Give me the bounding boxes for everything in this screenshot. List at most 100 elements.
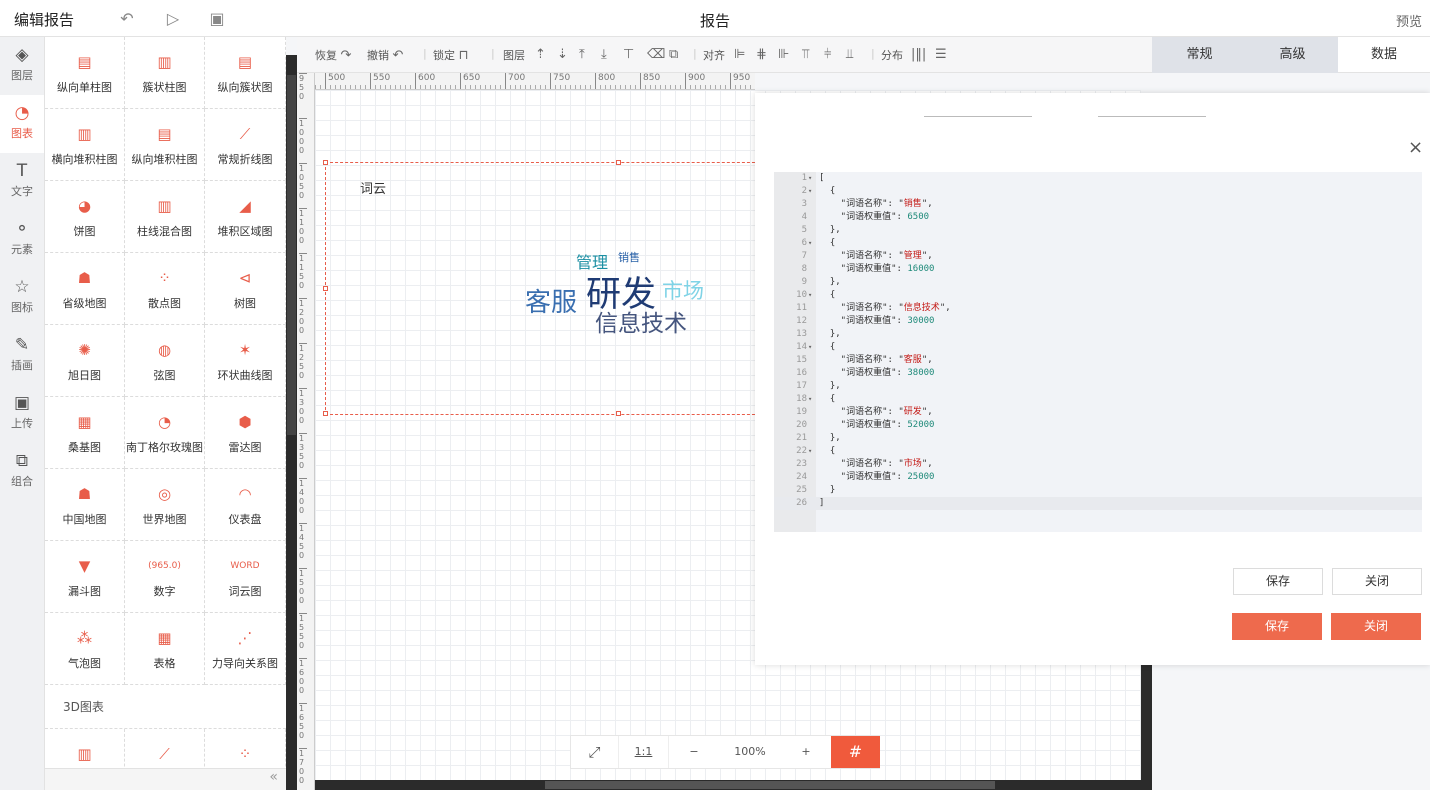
- layer-align-icon[interactable]: ⊤: [623, 47, 634, 62]
- actual-size-button[interactable]: 1:1: [619, 736, 669, 768]
- chart-type-item[interactable]: ▦ 桑基图: [45, 397, 125, 469]
- palette-scrollbar[interactable]: [286, 55, 297, 790]
- sidebar-item-6[interactable]: ▣ 上传: [0, 385, 44, 443]
- sidebar-item-3[interactable]: ⚬ 元素: [0, 211, 44, 269]
- sidebar-item-1[interactable]: ◔ 图表: [0, 95, 44, 153]
- chart-type-item[interactable]: ▥ 柱线混合图: [125, 181, 205, 253]
- resize-handle[interactable]: [616, 411, 621, 416]
- preview-button[interactable]: 预览: [1396, 11, 1422, 30]
- ruler-tick: 1350: [299, 433, 307, 470]
- resize-handle[interactable]: [323, 160, 328, 165]
- ruler-tick: 1000: [299, 118, 307, 155]
- align-bottom-icon[interactable]: ⫫: [846, 47, 853, 62]
- align-right-icon[interactable]: ⊪: [778, 47, 789, 62]
- chart-type-item[interactable]: ▤ 纵向簇状图: [205, 37, 286, 109]
- chart-type-item[interactable]: ✶ 环状曲线图: [205, 325, 286, 397]
- align-top-icon[interactable]: ⫪: [802, 47, 809, 62]
- chart-type-item[interactable]: ▼ 漏斗图: [45, 541, 125, 613]
- fold-arrow-icon[interactable]: ▾: [808, 393, 812, 406]
- save-icon[interactable]: ▣: [207, 9, 227, 29]
- chart-type-item[interactable]: ◎ 世界地图: [125, 469, 205, 541]
- layer-up-icon[interactable]: ⇡: [535, 47, 546, 62]
- delete-icon[interactable]: ⌫: [647, 47, 665, 62]
- chart-type-item[interactable]: ⊲ 树图: [205, 253, 286, 325]
- wordcloud-widget[interactable]: 词云 研发 客服 信息技术 市场 管理 销售: [323, 160, 765, 416]
- chart-type-item[interactable]: ▥ 横向堆积柱图: [45, 109, 125, 181]
- fold-arrow-icon[interactable]: ▾: [808, 289, 812, 302]
- align-left-icon[interactable]: ⊫: [734, 47, 745, 62]
- chart-type-item[interactable]: ▥ 簇状柱图: [125, 37, 205, 109]
- zoom-out-button[interactable]: −: [671, 736, 717, 768]
- chart-type-item[interactable]: ✺ 旭日图: [45, 325, 125, 397]
- chart-type-item[interactable]: ☗ 中国地图: [45, 469, 125, 541]
- close-button-behind[interactable]: 关闭: [1331, 613, 1421, 640]
- wordcloud-word: 客服: [525, 288, 578, 318]
- chart-type-item[interactable]: ▤ 纵向单柱图: [45, 37, 125, 109]
- chart-type-item[interactable]: ◕ 饼图: [45, 181, 125, 253]
- play-icon[interactable]: ▷: [163, 9, 183, 29]
- copy-icon[interactable]: ⧉: [669, 47, 678, 62]
- json-code-editor[interactable]: 1 ▾[2 ▾ {3 "词语名称": "销售", 4 "词语权重值": 6500 5 }…: [774, 172, 1422, 532]
- sidebar-item-2[interactable]: T 文字: [0, 153, 44, 211]
- close-button[interactable]: 关闭: [1332, 568, 1422, 595]
- chart-type-item[interactable]: ◢ 堆积区域图: [205, 181, 286, 253]
- chart-type-item[interactable]: ☗ 省级地图: [45, 253, 125, 325]
- chart-type-item[interactable]: ⁂ 气泡图: [45, 613, 125, 685]
- undo-button[interactable]: 撤销 ↶: [367, 47, 403, 63]
- redo-label: 恢复: [315, 49, 337, 62]
- sidebar-item-4[interactable]: ☆ 图标: [0, 269, 44, 327]
- fold-arrow-icon[interactable]: ▾: [808, 185, 812, 198]
- save-button[interactable]: 保存: [1233, 568, 1323, 595]
- ruler-tick: 1250: [299, 343, 307, 380]
- layer-top-icon[interactable]: ⤒: [579, 47, 585, 62]
- palette-scrollbar-thumb[interactable]: [287, 75, 296, 435]
- layer-bottom-icon[interactable]: ⤓: [601, 47, 607, 62]
- chart-type-item[interactable]: ⁘ 散点图: [125, 253, 205, 325]
- align-middle-icon[interactable]: ⫩: [824, 47, 831, 62]
- close-icon[interactable]: ×: [1408, 137, 1423, 158]
- fit-screen-icon[interactable]: ⤢: [571, 736, 619, 768]
- fold-arrow-icon[interactable]: ▾: [808, 445, 812, 458]
- collapse-panel-button[interactable]: «: [45, 768, 286, 790]
- text-icon: T: [16, 161, 28, 181]
- chart-type-item[interactable]: ◠ 仪表盘: [205, 469, 286, 541]
- chart-type-item[interactable]: ◍ 弦图: [125, 325, 205, 397]
- redo-button[interactable]: 恢复 ↷: [315, 47, 351, 63]
- tab-data[interactable]: 数据: [1338, 37, 1430, 73]
- chart-type-item[interactable]: WORD 词云图: [205, 541, 286, 613]
- grid-toggle-icon[interactable]: #: [831, 736, 880, 768]
- fold-arrow-icon[interactable]: ▾: [808, 341, 812, 354]
- tab-advanced[interactable]: 高级: [1247, 37, 1338, 73]
- lock-button[interactable]: 锁定 ⊓: [433, 47, 469, 63]
- layer-down-icon[interactable]: ⇣: [557, 47, 568, 62]
- save-button-behind[interactable]: 保存: [1232, 613, 1322, 640]
- json-value: 30000: [907, 316, 935, 326]
- tab-general[interactable]: 常规: [1152, 37, 1247, 73]
- canvas-right-scrollbar[interactable]: [1141, 665, 1152, 780]
- resize-handle[interactable]: [323, 411, 328, 416]
- resize-handle[interactable]: [616, 160, 621, 165]
- chart-type-item[interactable]: ⟋ 常规折线图: [205, 109, 286, 181]
- canvas-scrollbar-thumb[interactable]: [545, 781, 995, 789]
- fold-arrow-icon[interactable]: ▾: [808, 172, 812, 185]
- resize-handle[interactable]: [323, 286, 328, 291]
- distribute-horizontal-icon[interactable]: |‖|: [911, 47, 926, 62]
- zoom-in-button[interactable]: +: [783, 736, 829, 768]
- chart-type-item[interactable]: ◔ 南丁格尔玫瑰图: [125, 397, 205, 469]
- distribute-vertical-icon[interactable]: ☰: [935, 47, 947, 62]
- canvas-bottom-scrollbar[interactable]: [315, 780, 1152, 790]
- sidebar-item-7[interactable]: ⧉ 组合: [0, 443, 44, 501]
- align-center-icon[interactable]: ⋕: [756, 47, 767, 62]
- chart-type-item[interactable]: ▤ 纵向堆积柱图: [125, 109, 205, 181]
- chart-type-item[interactable]: (965.0) 数字: [125, 541, 205, 613]
- code-text: "词语名称": "客服",: [819, 355, 933, 365]
- undo-arrow-icon[interactable]: ↶: [117, 9, 137, 29]
- sidebar-item-5[interactable]: ✎ 插画: [0, 327, 44, 385]
- json-value: 52000: [907, 420, 935, 430]
- chart-type-item[interactable]: ⋰ 力导向关系图: [205, 613, 286, 685]
- chart-type-item[interactable]: ▦ 表格: [125, 613, 205, 685]
- chart-type-item[interactable]: ⬢ 雷达图: [205, 397, 286, 469]
- sidebar-item-0[interactable]: ◈ 图层: [0, 37, 44, 95]
- chart-3d-icon: ⟋: [159, 745, 170, 763]
- fold-arrow-icon[interactable]: ▾: [808, 237, 812, 250]
